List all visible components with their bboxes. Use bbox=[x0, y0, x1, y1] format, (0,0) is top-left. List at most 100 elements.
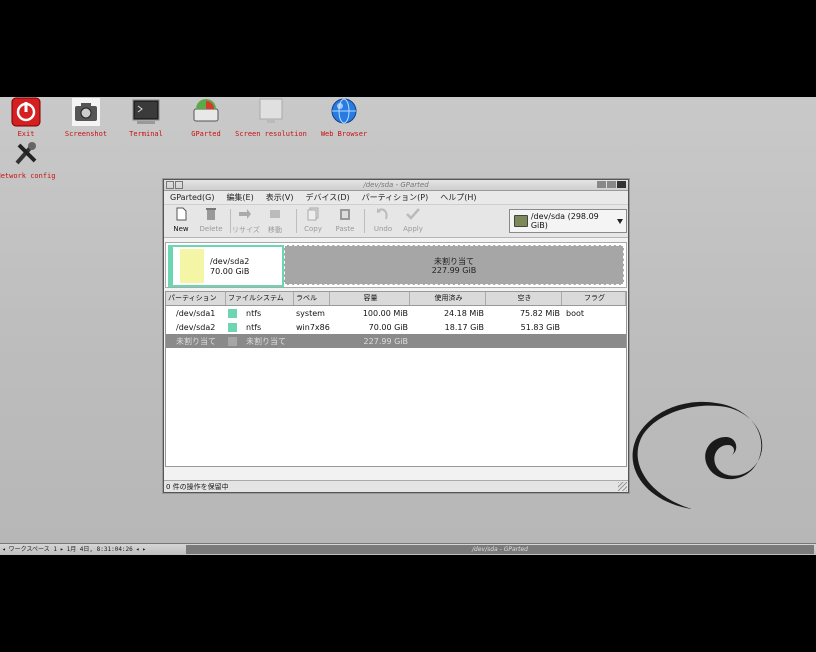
cell-partition: 未割り当て bbox=[176, 336, 216, 346]
cell-used: 18.17 GiB bbox=[444, 322, 484, 332]
cell-filesystem: ntfs bbox=[226, 308, 294, 318]
cell-filesystem-text: 未割り当て bbox=[246, 336, 286, 346]
cell-used: 24.18 MiB bbox=[443, 308, 484, 318]
fs-color-swatch bbox=[228, 336, 237, 346]
menubar: GParted(G) 編集(E) 表示(V) デバイス(D) パーティション(P… bbox=[164, 191, 628, 205]
column-header-flags[interactable]: フラグ bbox=[562, 292, 626, 305]
camera-icon bbox=[72, 98, 100, 126]
cell-label: win7x86 bbox=[296, 322, 330, 332]
resize-button-label: リサイズ bbox=[232, 226, 260, 234]
device-selector[interactable]: /dev/sda (298.09 GiB) bbox=[509, 209, 627, 233]
close-button[interactable] bbox=[617, 181, 626, 188]
column-header-partition[interactable]: パーティション bbox=[166, 292, 226, 305]
fs-color-swatch bbox=[228, 308, 237, 318]
cell-partition: /dev/sda2 bbox=[176, 322, 216, 332]
gparted-icon bbox=[193, 99, 219, 122]
resize-button[interactable]: リサイズ bbox=[232, 207, 260, 235]
move-icon bbox=[270, 210, 280, 218]
statusbar: 0 件の操作を保留中 bbox=[164, 480, 628, 492]
desktop-icon-label: Network config bbox=[0, 172, 56, 180]
move-button-label: 移動 bbox=[268, 226, 282, 234]
cell-filesystem-text: ntfs bbox=[246, 308, 262, 318]
workspace-switcher[interactable]: ワークスペース 1 bbox=[9, 544, 57, 555]
harddisk-icon bbox=[514, 215, 528, 227]
table-row[interactable]: /dev/sda1 ntfs system 100.00 MiB 24.18 M… bbox=[166, 306, 626, 320]
copy-icon bbox=[307, 207, 319, 221]
table-row[interactable]: /dev/sda2 ntfs win7x86 70.00 GiB 18.17 G… bbox=[166, 320, 626, 334]
toolbar-separator bbox=[296, 209, 297, 233]
workspace-next-arrow-icon[interactable]: ▸ bbox=[60, 544, 64, 555]
maximize-button[interactable] bbox=[607, 181, 616, 188]
column-header-filesystem[interactable]: ファイルシステム bbox=[226, 292, 294, 305]
monitor-icon bbox=[259, 98, 283, 123]
column-header-used[interactable]: 使用済み bbox=[410, 292, 486, 305]
desktop-icon-screen-resolution[interactable]: Screen resolution bbox=[233, 97, 309, 138]
checkmark-icon bbox=[406, 208, 420, 220]
copy-button[interactable]: Copy bbox=[300, 207, 326, 233]
fs-color-swatch bbox=[228, 322, 237, 332]
delete-button-label: Delete bbox=[199, 225, 223, 233]
desktop-icon-label: Screen resolution bbox=[235, 130, 307, 138]
cell-label: system bbox=[296, 308, 325, 318]
clock: 1月 4日, 8:31:04:26 bbox=[66, 546, 133, 553]
trash-icon bbox=[206, 208, 216, 220]
cell-size: 70.00 GiB bbox=[368, 322, 408, 332]
desktop-icon-network-config[interactable]: Network config bbox=[0, 139, 64, 180]
menu-partition[interactable]: パーティション(P) bbox=[362, 192, 429, 203]
new-button[interactable]: New bbox=[168, 207, 194, 233]
cell-filesystem-text: ntfs bbox=[246, 322, 262, 332]
new-document-icon bbox=[176, 207, 187, 221]
used-space-bar bbox=[180, 249, 204, 283]
desktop-icon-web-browser[interactable]: Web Browser bbox=[306, 97, 382, 138]
tools-icon bbox=[15, 142, 37, 165]
undo-icon bbox=[377, 208, 388, 220]
paste-icon bbox=[340, 209, 350, 220]
toolbar: New Delete リサイズ 移動 Copy Paste Undo Apply… bbox=[164, 205, 628, 238]
gparted-window: /dev/sda - GParted GParted(G) 編集(E) 表示(V… bbox=[163, 179, 629, 493]
partition-map-size: 227.99 GiB bbox=[431, 266, 477, 275]
cell-partition: /dev/sda1 bbox=[176, 308, 216, 318]
cell-size: 100.00 MiB bbox=[362, 308, 408, 318]
resize-arrow-icon bbox=[239, 209, 251, 219]
taskbar-task-gparted[interactable]: /dev/sda - GParted bbox=[186, 545, 814, 554]
menu-device[interactable]: デバイス(D) bbox=[305, 192, 349, 203]
menu-view[interactable]: 表示(V) bbox=[266, 192, 294, 203]
partition-map: /dev/sda2 70.00 GiB 未割り当て 227.99 GiB bbox=[165, 242, 627, 288]
partition-map-sda2[interactable]: /dev/sda2 70.00 GiB bbox=[168, 245, 284, 287]
task-next-arrow-icon[interactable]: ▸ bbox=[142, 544, 146, 555]
menu-edit[interactable]: 編集(E) bbox=[226, 192, 253, 203]
column-header-label[interactable]: ラベル bbox=[294, 292, 330, 305]
taskbar: ◂ ワークスペース 1 ▸ 1月 4日, 8:31:04:26 ◂ ▸ /dev… bbox=[0, 543, 816, 555]
column-header-size[interactable]: 容量 bbox=[330, 292, 410, 305]
apply-button-label: Apply bbox=[403, 225, 423, 233]
column-header-free[interactable]: 空き bbox=[486, 292, 562, 305]
minimize-button[interactable] bbox=[597, 181, 606, 188]
move-button[interactable]: 移動 bbox=[262, 207, 288, 235]
menu-help[interactable]: ヘルプ(H) bbox=[440, 192, 476, 203]
cell-size: 227.99 GiB bbox=[363, 336, 408, 346]
partition-table: パーティション ファイルシステム ラベル 容量 使用済み 空き フラグ /dev… bbox=[165, 291, 627, 467]
window-controls bbox=[597, 181, 626, 188]
resize-grip[interactable] bbox=[618, 482, 627, 491]
new-button-label: New bbox=[173, 225, 189, 233]
cell-flags: boot bbox=[566, 308, 585, 318]
partition-map-unallocated[interactable]: 未割り当て 227.99 GiB bbox=[284, 245, 624, 285]
partition-map-size: 70.00 GiB bbox=[210, 267, 250, 276]
paste-button[interactable]: Paste bbox=[332, 207, 358, 233]
undo-button[interactable]: Undo bbox=[370, 207, 396, 233]
cell-filesystem: 未割り当て bbox=[226, 336, 294, 347]
menu-gparted[interactable]: GParted(G) bbox=[170, 193, 214, 202]
partition-map-sda1-sliver[interactable] bbox=[168, 245, 173, 285]
workspace-prev-arrow-icon[interactable]: ◂ bbox=[2, 544, 6, 555]
toolbar-separator bbox=[230, 209, 231, 233]
terminal-icon bbox=[132, 99, 160, 124]
debian-swirl-logo bbox=[632, 401, 763, 509]
delete-button[interactable]: Delete bbox=[198, 207, 224, 233]
window-titlebar[interactable]: /dev/sda - GParted bbox=[164, 180, 628, 191]
table-row-selected[interactable]: 未割り当て 未割り当て 227.99 GiB bbox=[166, 334, 626, 348]
task-prev-arrow-icon[interactable]: ◂ bbox=[136, 544, 140, 555]
copy-button-label: Copy bbox=[304, 225, 322, 233]
apply-button[interactable]: Apply bbox=[400, 207, 426, 233]
paste-button-label: Paste bbox=[335, 225, 355, 233]
desktop-icon-label: Web Browser bbox=[320, 130, 368, 138]
